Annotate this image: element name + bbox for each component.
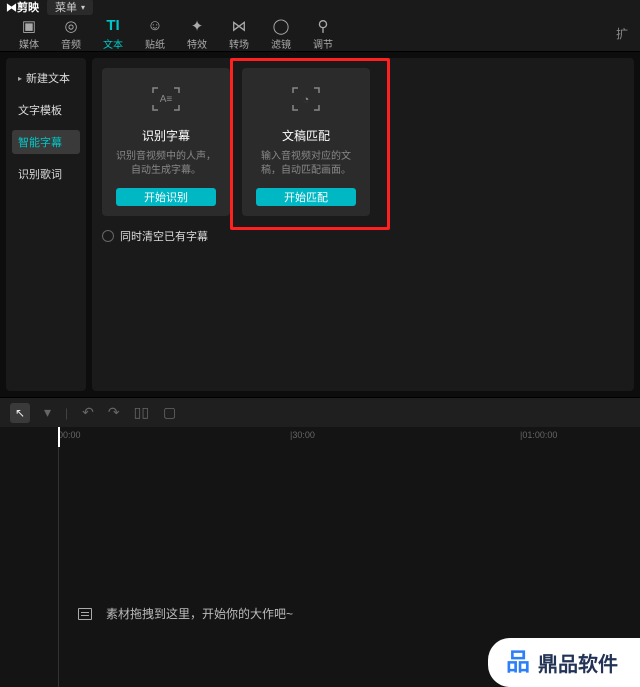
svg-text:A≡: A≡ [160,94,173,105]
tool-audio[interactable]: ◎ 音频 [50,16,92,51]
tool-effects[interactable]: ✦ 特效 [176,16,218,51]
media-icon: ▣ [22,17,36,35]
titlebar: ⧓剪映 菜单 ▾ [0,0,640,14]
text-icon: TI [106,17,119,35]
sidebar-item-recognize-lyrics[interactable]: 识别歌词 [12,162,80,186]
media-placeholder-icon [78,608,92,620]
tool-label: 特效 [187,36,207,51]
tool-label: 媒体 [19,36,39,51]
workspace: ▸ 新建文本 文字模板 智能字幕 识别歌词 A≡ 识别字幕 [0,52,640,397]
timeline-toolbar: ↖ ▾ | ↶ ↷ ▯▯ ▢ [0,397,640,427]
toolbar: ▣ 媒体 ◎ 音频 TI 文本 ☺ 贴纸 ✦ 特效 ⋈ 转场 ◯ 滤镜 ⚲ 调节… [0,14,640,52]
redo-icon[interactable]: ↷ [108,404,120,421]
tool-sticker[interactable]: ☺ 贴纸 [134,16,176,51]
drop-hint: 素材拖拽到这里，开始你的大作吧~ [78,605,293,622]
card-doc-match: ◔ 文稿匹配 输入音视频对应的文稿，自动匹配画面。 开始匹配 [242,68,370,216]
app-logo: ⧓剪映 [6,0,39,15]
split-icon[interactable]: ▯▯ [134,404,149,421]
checkbox-label: 同时清空已有字幕 [120,228,208,244]
pointer-tool[interactable]: ↖ [10,403,30,423]
content-panel: A≡ 识别字幕 识别音视频中的人声，自动生成字幕。 开始识别 ◔ 文稿匹配 输入… [92,58,634,391]
tool-label: 音频 [61,36,81,51]
toolbar-extra[interactable]: 扩 [616,16,632,51]
card-title: 文稿匹配 [282,127,330,144]
sidebar-label: 文字模板 [18,102,62,118]
sidebar-label: 识别歌词 [18,166,62,182]
tool-label: 转场 [229,36,249,51]
watermark: 品 鼎品软件 [488,638,640,687]
sticker-icon: ☺ [147,17,162,35]
card-title: 识别字幕 [142,127,190,144]
drop-hint-text: 素材拖拽到这里，开始你的大作吧~ [106,605,293,622]
menu-dropdown[interactable]: 菜单 ▾ [47,0,93,15]
filter-icon: ◯ [273,17,290,35]
tool-media[interactable]: ▣ 媒体 [8,16,50,51]
chevron-down-icon: ▾ [81,3,85,12]
tool-label: 贴纸 [145,36,165,51]
undo-icon[interactable]: ↶ [82,404,94,421]
transition-icon: ⋈ [232,17,247,35]
sidebar-item-text-template[interactable]: 文字模板 [12,98,80,122]
ruler-tick: 00:00 [58,430,81,440]
ruler-tick: |30:00 [290,430,315,440]
svg-text:◔: ◔ [303,94,310,106]
chevron-right-icon: ▸ [18,74,22,83]
start-match-button[interactable]: 开始匹配 [256,188,356,206]
scan-text-icon: A≡ [151,86,181,115]
timeline-ruler[interactable]: 00:00 |30:00 |01:00:00 [0,427,640,447]
start-recognize-button[interactable]: 开始识别 [116,188,216,206]
tool-label: 调节 [313,36,333,51]
chevron-down-icon[interactable]: ▾ [44,404,51,421]
delete-icon[interactable]: ▢ [163,404,176,421]
sidebar-item-new-text[interactable]: ▸ 新建文本 [12,66,80,90]
scan-doc-icon: ◔ [291,86,321,115]
menu-label: 菜单 [55,0,77,15]
sidebar-item-smart-subtitle[interactable]: 智能字幕 [12,130,80,154]
card-desc: 识别音视频中的人声，自动生成字幕。 [112,150,220,180]
card-row: A≡ 识别字幕 识别音视频中的人声，自动生成字幕。 开始识别 ◔ 文稿匹配 输入… [102,68,624,216]
tool-transition[interactable]: ⋈ 转场 [218,16,260,51]
effects-icon: ✦ [191,17,204,35]
tool-adjust[interactable]: ⚲ 调节 [302,16,344,51]
tool-text[interactable]: TI 文本 [92,16,134,51]
watermark-text: 鼎品软件 [538,648,618,677]
playhead[interactable] [58,427,60,447]
watermark-icon: 品 [506,651,530,675]
radio-icon [102,230,114,242]
card-desc: 输入音视频对应的文稿，自动匹配画面。 [252,150,360,180]
tool-filter[interactable]: ◯ 滤镜 [260,16,302,51]
sidebar-label: 智能字幕 [18,134,62,150]
audio-icon: ◎ [64,17,77,35]
adjust-icon: ⚲ [318,17,329,35]
tool-label: 文本 [103,36,123,51]
sidebar-label: 新建文本 [26,70,70,86]
clear-subtitles-checkbox[interactable]: 同时清空已有字幕 [102,228,624,244]
card-recognize-subtitle: A≡ 识别字幕 识别音视频中的人声，自动生成字幕。 开始识别 [102,68,230,216]
tool-label: 滤镜 [271,36,291,51]
ruler-tick: |01:00:00 [520,430,557,440]
sidebar: ▸ 新建文本 文字模板 智能字幕 识别歌词 [6,58,86,391]
